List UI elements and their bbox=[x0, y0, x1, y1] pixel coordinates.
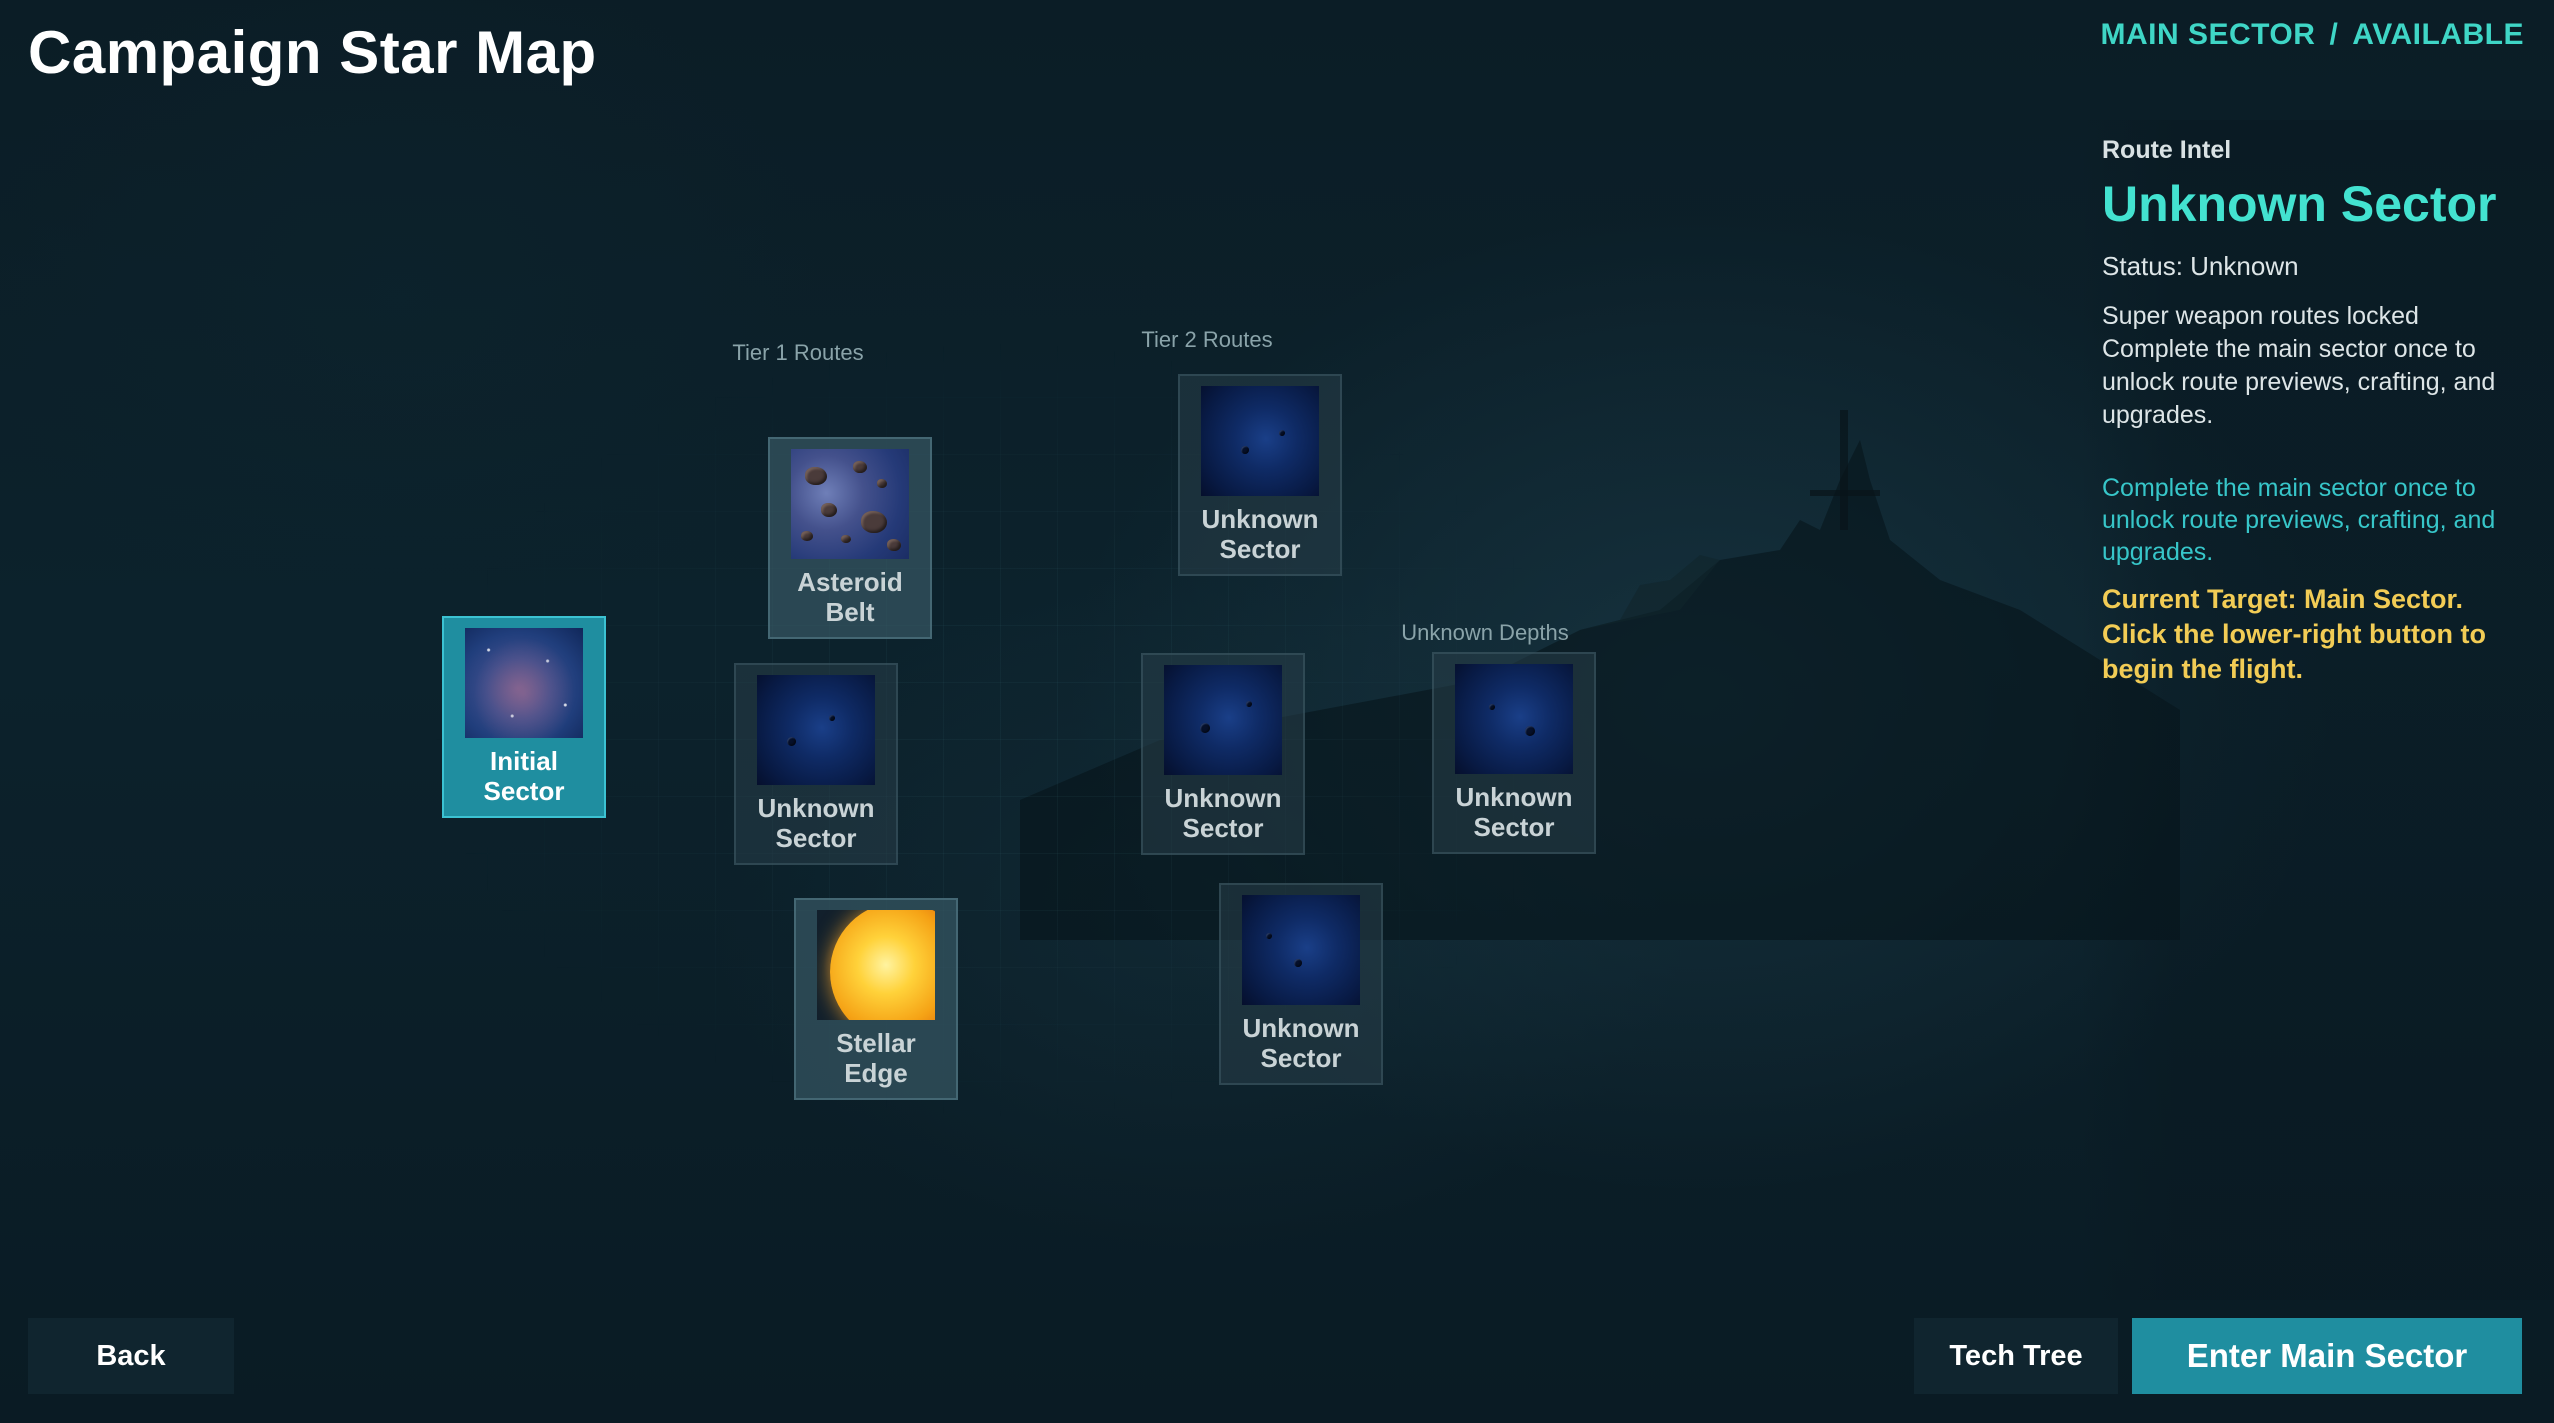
node-frame: Unknown Sector bbox=[1219, 883, 1383, 1085]
node-label: Asteroid Belt bbox=[797, 567, 903, 627]
node-initial-sector[interactable]: Initial Sector bbox=[442, 616, 606, 818]
unknown-space-icon bbox=[1242, 895, 1360, 1005]
node-frame: Initial Sector bbox=[442, 616, 606, 818]
asteroid-field-icon bbox=[791, 449, 909, 559]
node-frame: Unknown Sector bbox=[1432, 652, 1596, 854]
intel-hint: Complete the main sector once to unlock … bbox=[2102, 474, 2496, 566]
unknown-space-icon bbox=[1201, 386, 1319, 496]
intel-lock-line: Super weapon routes locked bbox=[2102, 302, 2419, 330]
node-asteroid-belt[interactable]: Asteroid Belt bbox=[768, 437, 932, 639]
unknown-space-icon bbox=[1164, 665, 1282, 775]
node-label: Unknown Sector bbox=[1455, 782, 1573, 842]
node-label: Unknown Sector bbox=[1201, 504, 1319, 564]
node-tier1-unknown-sector[interactable]: Unknown Sector bbox=[734, 663, 898, 865]
node-frame: Unknown Sector bbox=[734, 663, 898, 865]
node-label: Unknown Sector bbox=[1242, 1013, 1360, 1073]
unknown-space-icon bbox=[757, 675, 875, 785]
node-label: Unknown Sector bbox=[1164, 783, 1282, 843]
breadcrumb-sector: MAIN SECTOR bbox=[2100, 18, 2316, 51]
sun-icon bbox=[817, 910, 935, 1020]
unknown-space-icon bbox=[1455, 664, 1573, 774]
node-frame: Unknown Sector bbox=[1141, 653, 1305, 855]
node-frame: Stellar Edge bbox=[794, 898, 958, 1100]
node-label: Stellar Edge bbox=[836, 1028, 916, 1088]
node-tier2-unknown-sector-top[interactable]: Unknown Sector bbox=[1178, 374, 1342, 576]
node-label: Unknown Sector bbox=[757, 793, 875, 853]
nebula-icon bbox=[465, 628, 583, 738]
intel-status: Status: Unknown bbox=[2102, 251, 2299, 281]
node-label: Initial Sector bbox=[483, 746, 565, 806]
breadcrumb: MAIN SECTOR / AVAILABLE bbox=[2100, 18, 2524, 52]
node-unknown-depths-sector[interactable]: Unknown Sector bbox=[1432, 652, 1596, 854]
intel-lock-detail: Complete the main sector once to unlock … bbox=[2102, 335, 2496, 429]
page-title: Campaign Star Map bbox=[28, 19, 597, 86]
back-button[interactable]: Back bbox=[28, 1318, 234, 1394]
enter-main-sector-button[interactable]: Enter Main Sector bbox=[2132, 1318, 2522, 1394]
breadcrumb-separator: / bbox=[2329, 18, 2339, 51]
node-frame: Asteroid Belt bbox=[768, 437, 932, 639]
intel-current-target: Current Target: Main Sector. Click the l… bbox=[2102, 584, 2486, 684]
tier1-routes-label: Tier 1 Routes bbox=[732, 340, 864, 365]
tier2-routes-label: Tier 2 Routes bbox=[1141, 327, 1273, 352]
route-intel-panel: Route Intel Unknown Sector Status: Unkno… bbox=[2102, 136, 2512, 687]
tech-tree-button[interactable]: Tech Tree bbox=[1914, 1318, 2118, 1394]
node-tier2-unknown-sector-bottom[interactable]: Unknown Sector bbox=[1219, 883, 1383, 1085]
intel-sector-title: Unknown Sector bbox=[2102, 176, 2497, 232]
intel-header: Route Intel bbox=[2102, 136, 2232, 164]
breadcrumb-status: AVAILABLE bbox=[2352, 18, 2524, 51]
intel-lock-info: Super weapon routes locked Complete the … bbox=[2102, 300, 2512, 432]
node-tier2-unknown-sector-middle[interactable]: Unknown Sector bbox=[1141, 653, 1305, 855]
node-frame: Unknown Sector bbox=[1178, 374, 1342, 576]
unknown-depths-label: Unknown Depths bbox=[1401, 620, 1569, 645]
node-stellar-edge[interactable]: Stellar Edge bbox=[794, 898, 958, 1100]
